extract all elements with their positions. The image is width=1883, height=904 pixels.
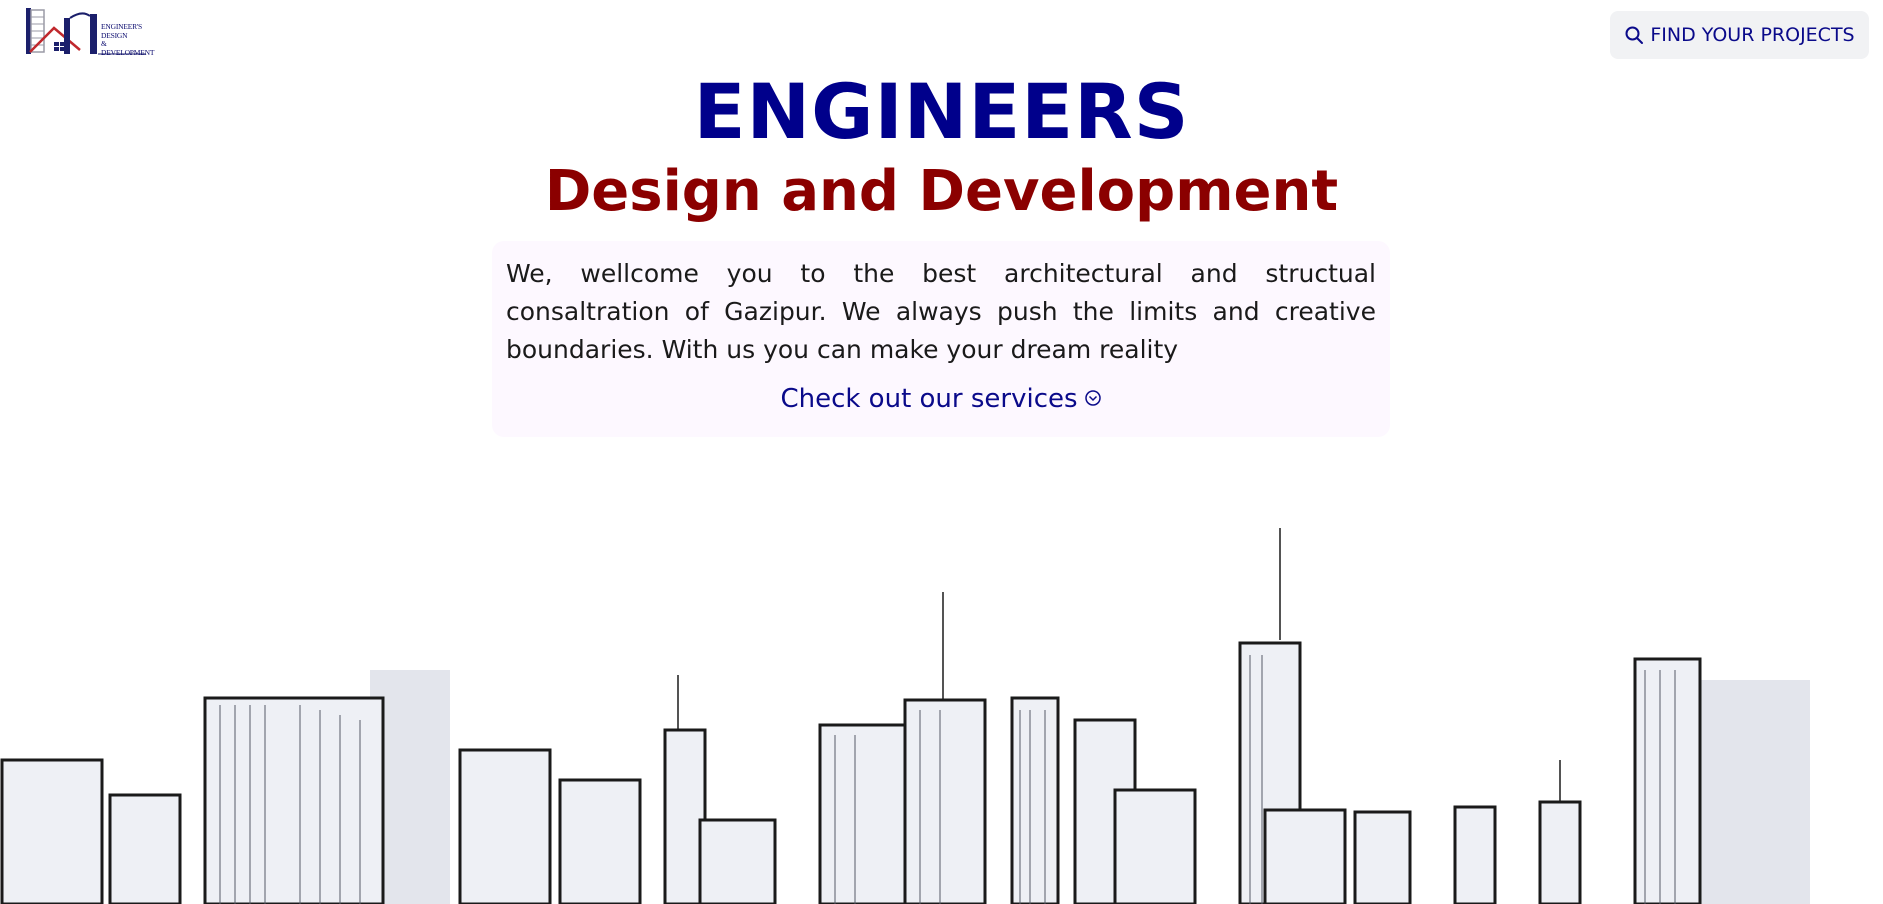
intro-text: We, wellcome you to the best architectur… [506,259,1376,364]
company-logo[interactable]: ENGINEER'S DESIGN & DEVELOPMENT [24,6,154,58]
chevron-down-circle-icon [1084,383,1102,415]
intro-card: We, wellcome you to the best architectur… [492,241,1390,437]
search-icon [1624,25,1644,45]
services-link[interactable]: Check out our services [506,383,1376,415]
city-skyline-illustration [0,528,1810,904]
services-link-label: Check out our services [780,384,1078,414]
find-projects-button[interactable]: FIND YOUR PROJECTS [1610,11,1869,59]
page-subtitle: Design and Development [544,159,1339,224]
logo-line: DESIGN [101,30,128,40]
find-projects-label: FIND YOUR PROJECTS [1650,24,1855,46]
logo-text: ENGINEER'S DESIGN & DEVELOPMENT [101,22,155,57]
logo-line: DEVELOPMENT [101,47,155,57]
page-title: ENGINEERS [693,67,1190,156]
